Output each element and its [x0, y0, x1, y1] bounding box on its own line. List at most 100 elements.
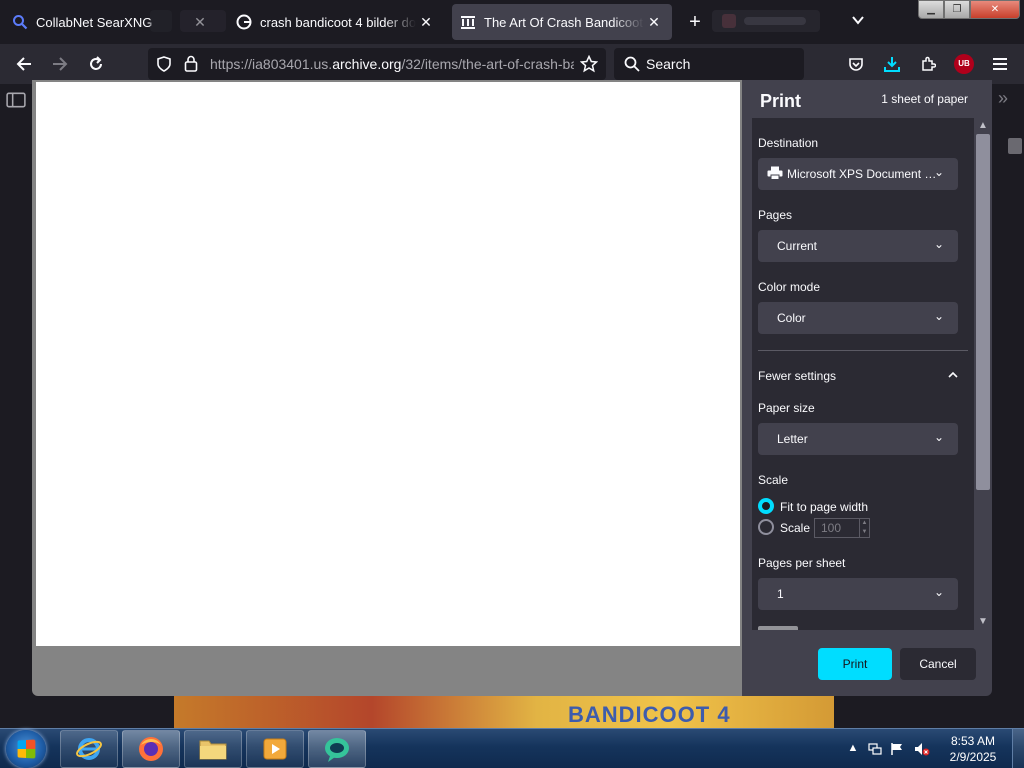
chevron-down-icon: ⌄ [933, 309, 944, 323]
page-scrollbar[interactable] [1006, 118, 1024, 728]
scroll-up-arrow-icon[interactable]: ▲ [974, 120, 992, 131]
taskbar-internet-explorer[interactable] [60, 730, 118, 768]
search-magnifier-icon [12, 14, 28, 30]
chevron-up-icon[interactable] [948, 371, 958, 379]
expand-sidebar-icon[interactable]: » [998, 88, 1020, 112]
minimize-button[interactable]: ▁ [918, 0, 944, 19]
scale-spinner[interactable]: ▲ ▼ [859, 519, 869, 537]
destination-label: Destination [758, 136, 819, 150]
hidden-tab-placeholder [712, 10, 820, 32]
taskbar-file-explorer[interactable] [184, 730, 242, 768]
chevron-down-icon: ⌄ [933, 165, 944, 179]
bookmark-star-icon[interactable] [580, 55, 598, 73]
scale-radio[interactable] [758, 519, 774, 535]
reload-icon [90, 56, 102, 70]
taskbar-chat-app[interactable] [308, 730, 366, 768]
section-divider [758, 350, 968, 351]
fit-to-page-width-radio[interactable] [758, 498, 774, 514]
cancel-button[interactable]: Cancel [900, 648, 976, 680]
archive-org-icon [460, 14, 476, 30]
color-mode-label: Color mode [758, 280, 821, 294]
back-arrow-icon [16, 57, 31, 71]
google-g-icon [236, 14, 252, 30]
pocket-button[interactable] [842, 50, 870, 78]
chevron-down-icon: ⌄ [933, 585, 944, 599]
navigation-toolbar: https://ia803401.us.archive.org/32/items… [0, 44, 1024, 84]
print-settings-scrollbar-thumb[interactable] [976, 134, 990, 490]
address-bar[interactable]: https://ia803401.us.archive.org/32/items… [148, 48, 606, 80]
chevron-down-icon: ⌄ [933, 430, 944, 444]
close-window-button[interactable]: ✕ [970, 0, 1020, 19]
paper-size-value: Letter [777, 432, 808, 446]
new-tab-button[interactable]: + [682, 8, 708, 36]
sidebar-strip [0, 84, 32, 728]
scale-input-value: 100 [821, 521, 842, 535]
ublock-origin-icon[interactable]: UB [954, 54, 974, 74]
download-icon [884, 57, 900, 72]
puzzle-piece-icon [922, 56, 936, 71]
taskbar-clock[interactable]: 8:53 AM 2/9/2025 [944, 733, 1002, 765]
lock-icon[interactable] [184, 55, 198, 72]
forward-arrow-icon [53, 57, 68, 71]
print-dialog-title: Print [760, 91, 802, 111]
taskbar-firefox[interactable] [122, 730, 180, 768]
action-center-flag-icon[interactable] [890, 742, 904, 756]
extensions-button[interactable] [914, 50, 942, 78]
forward-button[interactable] [46, 50, 74, 78]
pages-value: Current [777, 239, 818, 253]
clipped-label [758, 626, 798, 630]
print-preview-page [36, 82, 740, 646]
scroll-down-arrow-icon[interactable]: ▼ [974, 616, 992, 627]
fit-to-page-width-label[interactable]: Fit to page width [780, 500, 868, 514]
file-explorer-icon [199, 740, 227, 760]
clock-date: 2/9/2025 [949, 750, 997, 764]
internet-explorer-icon [76, 738, 102, 760]
destination-select[interactable]: Microsoft XPS Document Writer ⌄ [758, 158, 958, 190]
scale-radio-label[interactable]: Scale [780, 521, 810, 535]
show-desktop-button[interactable] [1012, 729, 1024, 768]
tab-crash-bandicoot-search[interactable]: crash bandicoot 4 bilder download ✕ [228, 4, 444, 40]
hamburger-menu-icon [993, 58, 1007, 70]
color-mode-select[interactable]: Color ⌄ [758, 302, 958, 334]
back-button[interactable] [10, 50, 38, 78]
scale-label: Scale [758, 473, 789, 487]
clock-time: 8:53 AM [950, 734, 996, 748]
tab-title: The Art Of Crash Bandicoot 4 It's About … [484, 14, 644, 30]
sheet-count: 1 sheet of paper [881, 92, 968, 106]
print-button[interactable]: Print [818, 648, 892, 680]
sidebar-toggle-icon[interactable] [6, 92, 26, 108]
page-scrollbar-thumb[interactable] [1008, 138, 1022, 154]
volume-muted-icon[interactable] [914, 742, 930, 756]
pages-label: Pages [758, 208, 793, 222]
paper-size-label: Paper size [758, 401, 815, 415]
start-button[interactable] [6, 730, 46, 768]
media-player-icon [263, 738, 287, 760]
reload-button[interactable] [82, 50, 110, 78]
print-settings-scrollbar[interactable]: ▲ ▼ [974, 118, 992, 630]
list-all-tabs-button[interactable] [846, 10, 870, 34]
destination-value: Microsoft XPS Document Writer [787, 167, 937, 181]
tab-art-of-crash-bandicoot[interactable]: The Art Of Crash Bandicoot 4 It's About … [452, 4, 672, 40]
app-menu-button[interactable] [986, 50, 1014, 78]
close-tab-icon[interactable]: ✕ [644, 14, 664, 31]
paper-size-select[interactable]: Letter ⌄ [758, 423, 958, 455]
search-bar[interactable]: Search [614, 48, 804, 80]
network-icon[interactable] [868, 742, 882, 756]
firefox-icon [139, 737, 163, 761]
shield-icon[interactable] [156, 56, 172, 72]
fewer-settings-toggle[interactable]: Fewer settings [758, 369, 836, 383]
scale-input[interactable]: 100 ▲ ▼ [814, 518, 870, 538]
show-hidden-icons-icon[interactable]: ▲ [846, 742, 860, 756]
maximize-button[interactable]: ❐ [944, 0, 970, 19]
pages-per-sheet-select[interactable]: 1 ⌄ [758, 578, 958, 610]
close-tab-icon[interactable]: ✕ [416, 14, 436, 31]
chevron-down-icon [852, 16, 864, 25]
printer-icon [767, 166, 783, 180]
hidden-tab-placeholder [180, 10, 226, 32]
pages-select[interactable]: Current ⌄ [758, 230, 958, 262]
chat-app-icon [325, 738, 349, 762]
search-placeholder: Search [646, 56, 691, 72]
taskbar-media-player[interactable] [246, 730, 304, 768]
color-mode-value: Color [777, 311, 806, 325]
downloads-button[interactable] [878, 50, 906, 78]
